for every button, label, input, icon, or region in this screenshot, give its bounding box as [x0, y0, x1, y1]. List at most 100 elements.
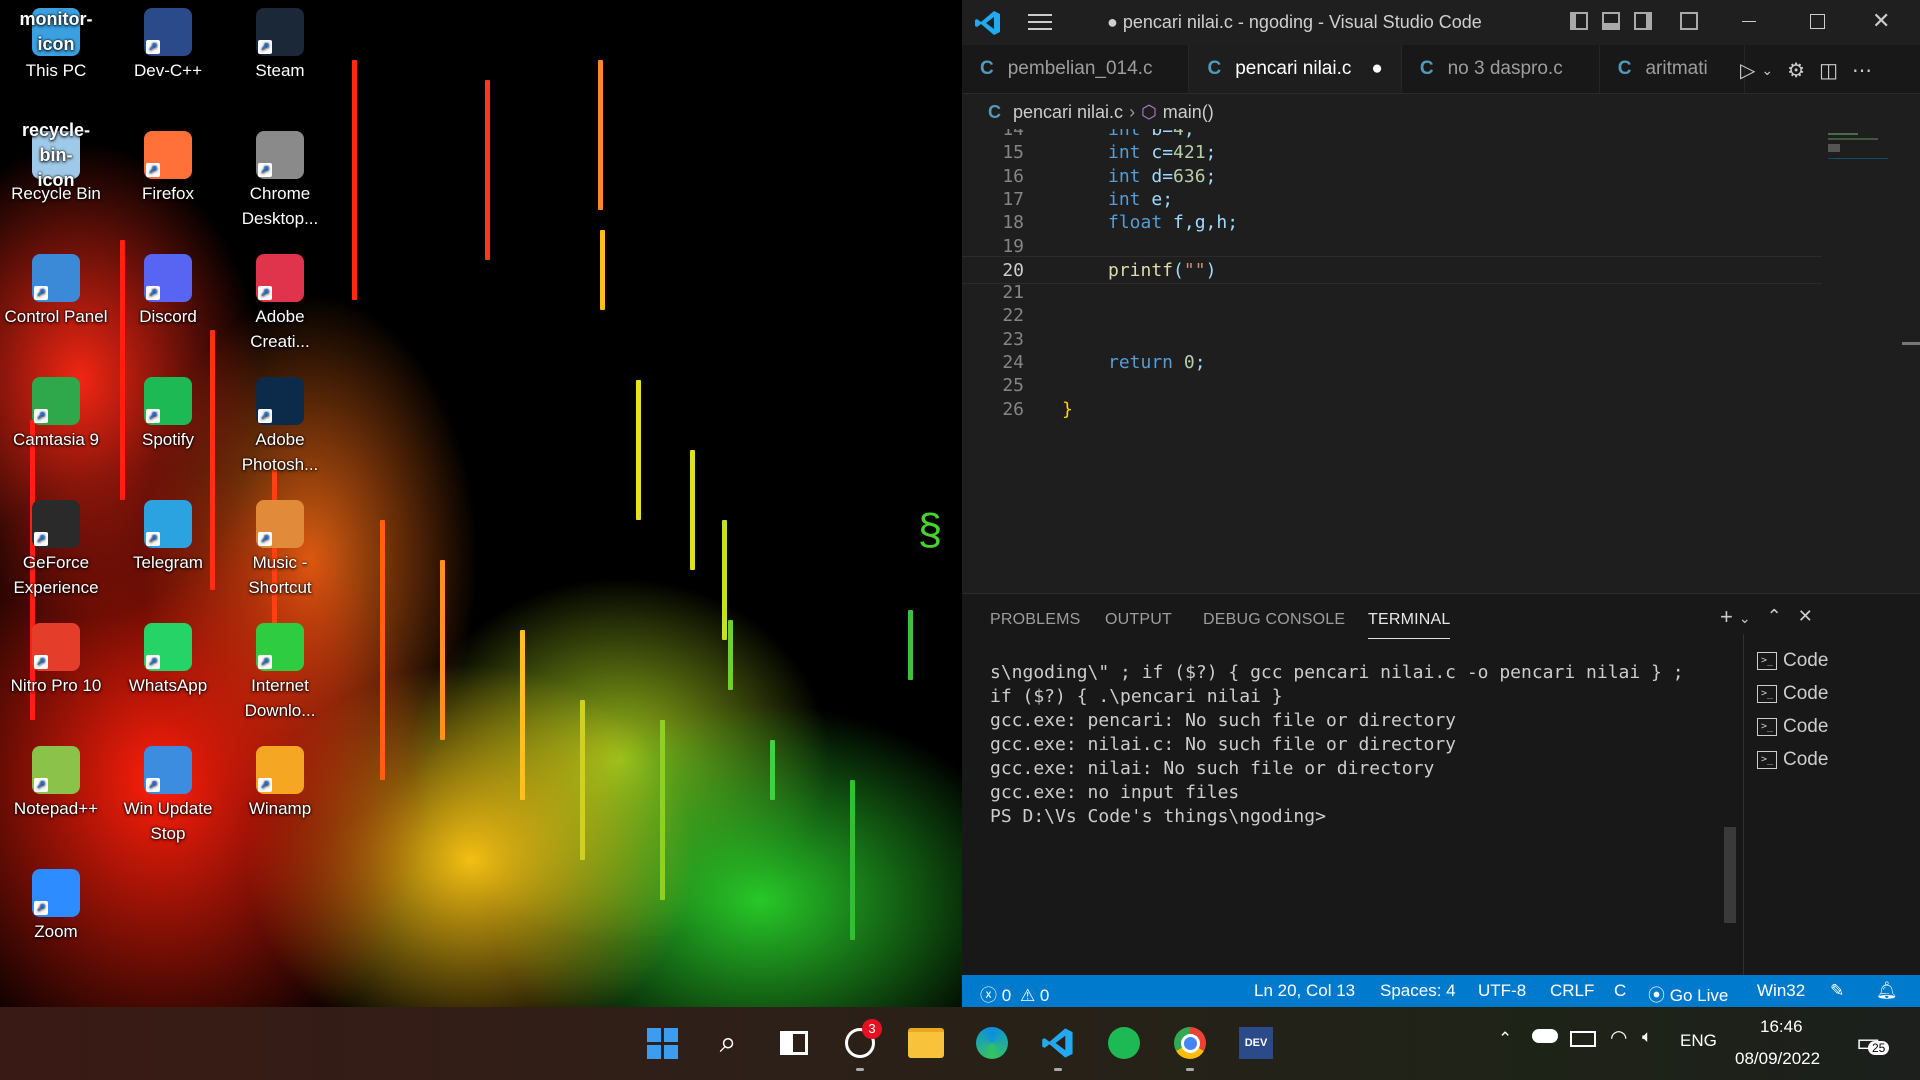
clock-date[interactable]: 08/09/2022	[1735, 1049, 1820, 1069]
battery-icon[interactable]	[1570, 1031, 1596, 1047]
notification-center[interactable]: ▭ 25	[1856, 1027, 1890, 1058]
toggle-secondary-sidebar-icon[interactable]	[1634, 12, 1652, 30]
desktop-icon[interactable]: ↗ Music - Shortcut	[225, 500, 335, 600]
windows-logo-icon	[646, 1027, 678, 1059]
editor-scrollbar[interactable]	[1902, 342, 1920, 345]
taskbar-edge[interactable]	[970, 1021, 1014, 1065]
language-mode[interactable]: C	[1614, 981, 1626, 1001]
terminal-scrollbar[interactable]	[1724, 827, 1736, 923]
editor-tab[interactable]: Caritmati	[1600, 45, 1745, 93]
search-button[interactable]: ⌕	[706, 1021, 750, 1065]
toggle-panel-icon[interactable]	[1602, 12, 1620, 30]
desktop-icon[interactable]: ↗ Firefox	[113, 131, 223, 206]
desktop-icon[interactable]: ↗ Spotify	[113, 377, 223, 452]
line-ending[interactable]: CRLF	[1550, 981, 1594, 1001]
desktop-icon[interactable]: monitor-icon This PC	[1, 8, 111, 83]
shortcut-arrow-icon: ↗	[34, 409, 48, 423]
desktop-icon[interactable]: ↗ Internet Downlo...	[225, 623, 335, 723]
gear-icon[interactable]: ⚙	[1787, 58, 1805, 83]
maximize-panel-icon[interactable]: ⌃	[1767, 606, 1782, 630]
taskbar-chrome[interactable]	[1168, 1021, 1212, 1071]
more-actions-icon[interactable]: ⋯	[1852, 58, 1872, 83]
editor-tab[interactable]: Cpencari nilai.c ●	[1189, 45, 1402, 93]
encoding[interactable]: UTF-8	[1478, 981, 1526, 1001]
volume-muted-icon[interactable]: 🔈︎	[1642, 1027, 1652, 1047]
panel-tab[interactable]: TERMINAL	[1368, 611, 1451, 629]
desktop-icon[interactable]: ↗ Adobe Photosh...	[225, 377, 335, 477]
panel-tab[interactable]: DEBUG CONSOLE	[1203, 611, 1345, 629]
code-editor[interactable]: 14 int b=4; 15 int c=421; 16 int d=636; 17 int …	[962, 129, 1920, 593]
terminal-instance[interactable]: >_ Code	[1757, 716, 1828, 738]
start-button[interactable]	[640, 1021, 684, 1065]
shortcut-arrow-icon: ↗	[146, 655, 160, 669]
language-indicator[interactable]: ENG	[1680, 1031, 1717, 1051]
desktop-icon[interactable]: ↗ Steam	[225, 8, 335, 83]
new-terminal-icon[interactable]: +	[1720, 604, 1733, 630]
desktop-icon[interactable]: ↗ Zoom	[1, 869, 111, 944]
desktop-icon[interactable]: ↗ WhatsApp	[113, 623, 223, 698]
desktop-icon[interactable]: ↗ Adobe Creati...	[225, 254, 335, 354]
widgets-button[interactable]	[772, 1021, 816, 1065]
desktop-icon[interactable]: ↗ Winamp	[225, 746, 335, 821]
panel-tab[interactable]: OUTPUT	[1105, 611, 1172, 629]
unsaved-dot-icon[interactable]: ●	[1371, 58, 1382, 80]
close-panel-icon[interactable]: ✕	[1798, 606, 1813, 630]
run-icon[interactable]: ▷	[1740, 58, 1755, 83]
toggle-sidebar-icon[interactable]	[1570, 12, 1588, 30]
bell-icon[interactable]: 🔔︎	[1876, 981, 1898, 1001]
problems-indicator[interactable]: ⓧ 0 ⚠ 0	[980, 981, 1049, 1006]
onedrive-icon[interactable]	[1532, 1029, 1558, 1043]
desktop-icon[interactable]: ↗ Win Update Stop	[113, 746, 223, 846]
taskbar-file-explorer[interactable]	[904, 1021, 948, 1065]
taskbar-devcpp[interactable]: DEV	[1234, 1021, 1278, 1065]
wallpaper-spike	[380, 520, 385, 780]
indentation[interactable]: Spaces: 4	[1380, 981, 1456, 1001]
editor-tab[interactable]: Cno 3 daspro.c	[1402, 45, 1600, 93]
go-live-button[interactable]: ⦿ Go Live	[1648, 981, 1728, 1006]
terminal-icon: >_	[1757, 718, 1777, 736]
desktop-icon[interactable]: ↗ Chrome Desktop...	[225, 131, 335, 231]
desktop-icon[interactable]: ↗ Discord	[113, 254, 223, 329]
desktop-icon[interactable]: recycle-bin-icon Recycle Bin	[1, 120, 111, 206]
breadcrumb-symbol[interactable]: main()	[1163, 102, 1214, 123]
show-hidden-icons[interactable]: ⌃	[1498, 1029, 1512, 1049]
menu-icon[interactable]	[1028, 14, 1052, 30]
desktop-icon[interactable]: ↗ Control Panel	[1, 254, 111, 329]
terminal-instance[interactable]: >_ Code	[1757, 650, 1828, 672]
desktop-icon[interactable]: ↗ Telegram	[113, 500, 223, 575]
breadcrumb-file[interactable]: pencari nilai.c	[1013, 102, 1123, 123]
desktop-icon[interactable]: ↗ Camtasia 9	[1, 377, 111, 452]
feedback-icon[interactable]: ✎	[1830, 981, 1844, 1001]
desktop-icon[interactable]: ↗ GeForce Experience	[1, 500, 111, 600]
telegram-icon: ↗	[144, 500, 192, 548]
editor-actions: ▷ ⌄ ⚙ ◫ ⋯	[1740, 58, 1872, 83]
platform[interactable]: Win32	[1757, 981, 1805, 1001]
split-editor-icon[interactable]: ◫	[1819, 58, 1838, 83]
zoom-icon: ↗	[32, 869, 80, 917]
desktop-icon[interactable]: ↗ Dev-C++	[113, 8, 223, 83]
wifi-icon[interactable]: ◠	[1610, 1025, 1627, 1050]
razer-logo: §	[917, 505, 943, 554]
vscode-window: ● pencari nilai.c - ngoding - Visual Stu…	[962, 0, 1920, 1007]
cursor-position[interactable]: Ln 20, Col 13	[1254, 981, 1355, 1001]
chevron-down-icon[interactable]: ⌄	[1739, 610, 1751, 630]
minimize-button[interactable]	[1742, 21, 1756, 22]
taskbar-spotify[interactable]	[1102, 1021, 1146, 1065]
taskbar-whatsapp[interactable]: 3	[838, 1019, 882, 1071]
chevron-down-icon[interactable]: ⌄	[1761, 62, 1773, 83]
nitro-icon: ↗	[32, 623, 80, 671]
taskbar-vscode[interactable]	[1036, 1021, 1080, 1071]
customize-layout-icon[interactable]	[1680, 12, 1698, 30]
desktop-icon[interactable]: ↗ Notepad++	[1, 746, 111, 821]
terminal-instance[interactable]: >_ Code	[1757, 683, 1828, 705]
close-button[interactable]: ✕	[1872, 8, 1890, 34]
panel-tab[interactable]: PROBLEMS	[990, 611, 1081, 629]
editor-tab[interactable]: Cpembelian_014.c	[962, 45, 1190, 93]
clock-time[interactable]: 16:46	[1760, 1017, 1803, 1037]
desktop-icon[interactable]: ↗ Nitro Pro 10	[1, 623, 111, 698]
music-folder-icon: ↗	[256, 500, 304, 548]
terminal-instance[interactable]: >_ Code	[1757, 749, 1828, 771]
terminal-output[interactable]: s\ngoding\" ; if ($?) { gcc pencari nila…	[990, 661, 1684, 829]
maximize-button[interactable]	[1810, 14, 1825, 29]
minimap[interactable]	[1828, 131, 1898, 171]
